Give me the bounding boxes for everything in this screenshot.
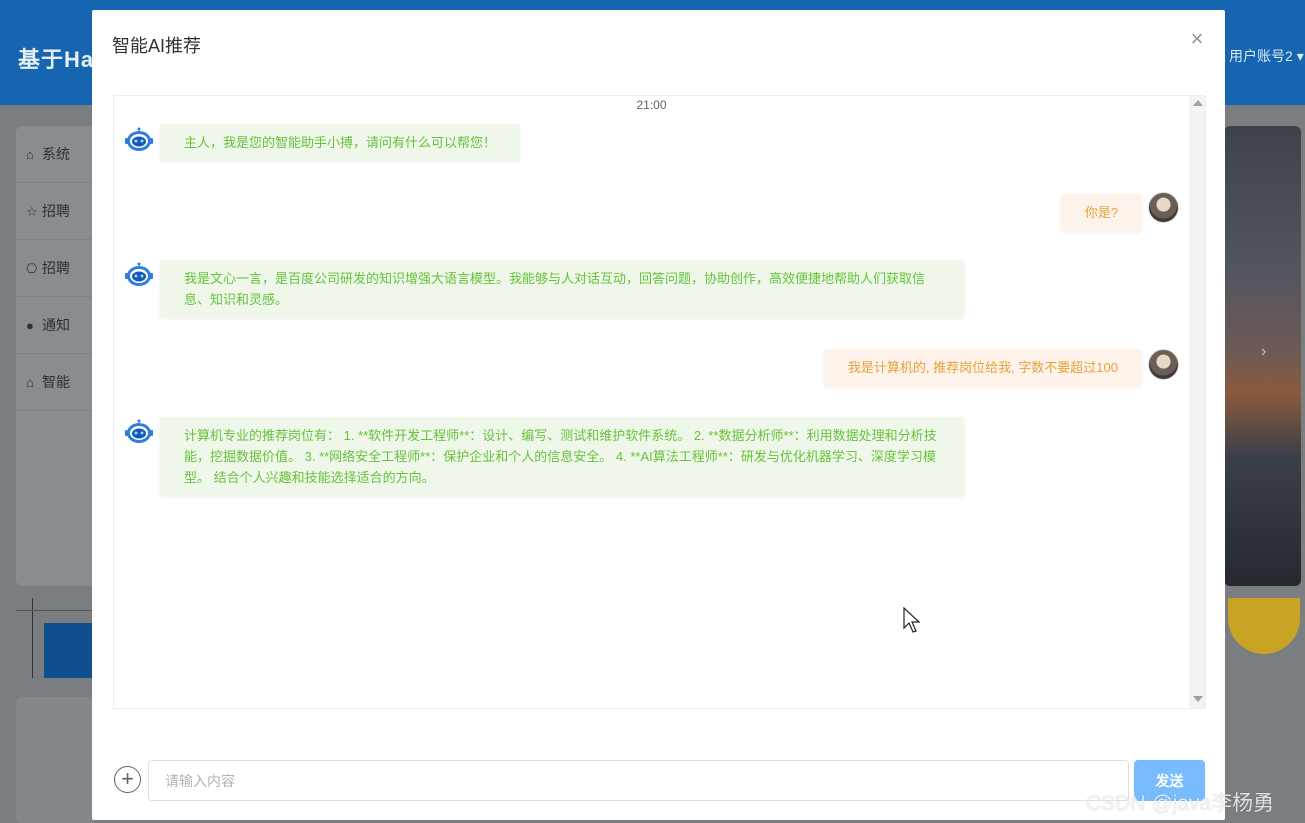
bot-message: 我是文心一言，是百度公司研发的知识增强大语言模型。我能够与人对话互动，回答问题，… xyxy=(160,260,964,318)
carousel-next-icon[interactable]: › xyxy=(1261,343,1266,361)
app-title: 基于Ha xyxy=(18,47,95,72)
sidebar-item-label: 招聘 xyxy=(42,203,70,219)
user-avatar xyxy=(1148,192,1179,223)
chat-scrollbar[interactable] xyxy=(1189,96,1205,708)
divider xyxy=(16,610,96,611)
bot-avatar-icon xyxy=(125,419,153,443)
sidebar-item-notice[interactable]: ● 通知 xyxy=(16,297,96,354)
background-card xyxy=(16,697,96,823)
home-icon: ⌂ xyxy=(26,375,34,390)
user-message: 你是? xyxy=(1060,194,1142,232)
ai-recommend-dialog: 智能AI推荐 × 21:00 主人，我是您的智能助手小搏，请问有什么可以帮您！ … xyxy=(92,10,1225,820)
caret-down-icon: ▾ xyxy=(1296,48,1304,64)
bot-avatar-icon xyxy=(125,262,153,286)
home-icon: ⌂ xyxy=(26,147,34,162)
watermark: CSDN @java李杨勇 xyxy=(1086,792,1275,815)
user-message: 我是计算机的, 推荐岗位给我, 字数不要超过100 xyxy=(823,349,1142,387)
background-banner xyxy=(44,623,96,678)
star-icon: ☆ xyxy=(26,204,38,219)
sidebar-item-label: 招聘 xyxy=(42,260,70,276)
message-input[interactable] xyxy=(148,760,1129,801)
sidebar-item-system[interactable]: ⌂ 系统 xyxy=(16,126,96,183)
sidebar-item-label: 通知 xyxy=(42,317,70,333)
dialog-title: 智能AI推荐 xyxy=(112,36,202,56)
chat-timestamp: 21:00 xyxy=(636,98,667,112)
scroll-up-icon[interactable] xyxy=(1193,100,1203,106)
sidebar: ⌂ 系统 ☆ 招聘 ⎔ 招聘 ● 通知 ⌂ 智能 xyxy=(16,126,96,586)
chat-window[interactable]: 21:00 主人，我是您的智能助手小搏，请问有什么可以帮您！ 你是? 我是文心一… xyxy=(113,95,1206,709)
sidebar-item-label: 智能 xyxy=(42,374,70,390)
user-account-menu[interactable]: 用户账号2 ▾ xyxy=(1229,46,1304,66)
user-account-label: 用户账号2 xyxy=(1229,48,1293,64)
mouse-cursor-icon xyxy=(903,607,921,633)
sidebar-item-label: 系统 xyxy=(42,146,70,162)
scroll-down-icon[interactable] xyxy=(1193,696,1203,702)
sidebar-item-recruit-2[interactable]: ⎔ 招聘 xyxy=(16,240,96,297)
bot-message: 主人，我是您的智能助手小搏，请问有什么可以帮您！ xyxy=(160,124,521,161)
sidebar-item-recruit[interactable]: ☆ 招聘 xyxy=(16,183,96,240)
sidebar-item-ai[interactable]: ⌂ 智能 xyxy=(16,354,96,411)
bot-avatar-icon xyxy=(125,127,153,151)
info-icon: ● xyxy=(26,318,34,333)
user-avatar xyxy=(1148,349,1179,380)
bot-message: 计算机专业的推荐岗位有： 1. **软件开发工程师**：设计、编写、测试和维护软… xyxy=(160,417,964,496)
bag-icon: ⎔ xyxy=(26,261,38,276)
add-icon[interactable]: + xyxy=(114,766,141,793)
close-icon[interactable]: × xyxy=(1186,28,1208,50)
